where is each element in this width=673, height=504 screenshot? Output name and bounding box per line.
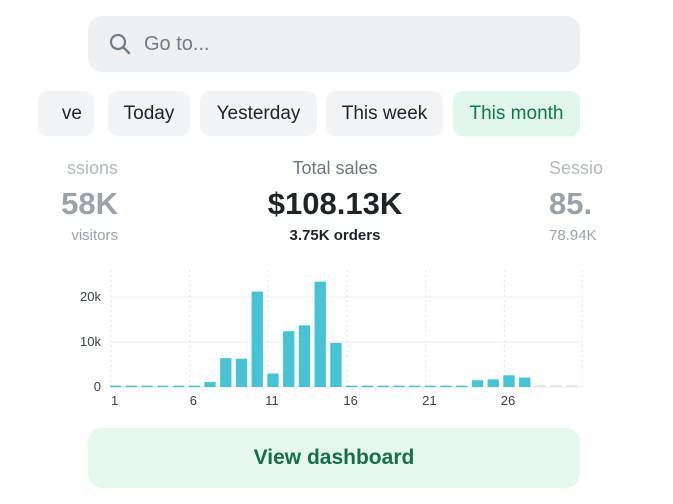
filter-chip-today-label: Today bbox=[123, 103, 175, 124]
chart-bar[interactable] bbox=[503, 375, 515, 387]
chart-bar[interactable] bbox=[424, 385, 436, 388]
chart-bar[interactable] bbox=[125, 385, 138, 388]
chart-bar[interactable] bbox=[298, 325, 311, 387]
chart-x-tick-label: 26 bbox=[501, 393, 515, 408]
metric-label: Total sales bbox=[292, 158, 378, 178]
filter-chip-this-month-label: This month bbox=[469, 103, 564, 124]
view-dashboard-button[interactable]: View dashboard bbox=[88, 428, 580, 488]
filter-chip-partial[interactable]: ve bbox=[38, 91, 94, 136]
search-placeholder: Go to... bbox=[144, 33, 210, 55]
filter-chip-partial-label: ve bbox=[61, 103, 82, 124]
metric-subvalue: visitors bbox=[71, 227, 118, 244]
chart-x-tick-label: 16 bbox=[343, 393, 357, 408]
metric-total-sales[interactable]: Total sales $108.13K 3.75K orders bbox=[230, 156, 440, 246]
chart-bar[interactable] bbox=[220, 358, 232, 387]
chart-bar[interactable] bbox=[283, 331, 295, 387]
search-bar[interactable]: Go to... bbox=[88, 16, 580, 72]
sales-bar-chart: 010k20k1 6 11 16 21 26 bbox=[80, 270, 583, 408]
metric-label: ssions bbox=[66, 158, 118, 178]
search-icon bbox=[109, 33, 131, 55]
filter-chip-this-week[interactable]: This week bbox=[326, 91, 443, 136]
chart-bar[interactable] bbox=[314, 281, 326, 387]
chart-bar[interactable] bbox=[157, 385, 169, 388]
chart-bar[interactable] bbox=[534, 385, 547, 387]
metric-subvalue: 3.75K orders bbox=[289, 227, 381, 244]
chart-bar[interactable] bbox=[235, 358, 248, 387]
metric-value: 85. bbox=[549, 186, 593, 221]
chart-bar[interactable] bbox=[110, 385, 122, 388]
chart-bar[interactable] bbox=[204, 382, 216, 387]
filter-chip-yesterday[interactable]: Yesterday bbox=[200, 91, 317, 136]
chart-bar[interactable] bbox=[456, 385, 468, 388]
chart-bar[interactable] bbox=[346, 385, 358, 388]
chart-bar[interactable] bbox=[440, 385, 452, 388]
chart-bar[interactable] bbox=[267, 373, 279, 388]
chart-bar[interactable] bbox=[330, 342, 342, 387]
chart-bar[interactable] bbox=[471, 380, 484, 387]
chart-y-tick-label: 0 bbox=[94, 379, 101, 394]
sales-overview-screen: Go to... ve Today Yesterday This week Th… bbox=[0, 0, 673, 504]
chart-y-tick-label: 20k bbox=[80, 289, 101, 304]
filter-chip-today[interactable]: Today bbox=[108, 91, 190, 136]
chart-bar[interactable] bbox=[377, 385, 389, 388]
filter-chip-yesterday-label: Yesterday bbox=[216, 103, 301, 124]
chart-bar[interactable] bbox=[188, 385, 200, 388]
metric-sessions-next[interactable]: Sessio 85. 78.94K bbox=[549, 156, 609, 246]
chart-x-tick-label: 11 bbox=[265, 393, 279, 408]
chart-x-tick-label: 21 bbox=[422, 393, 436, 408]
filter-chip-this-week-label: This week bbox=[341, 103, 428, 124]
chart-x-tick-label: 6 bbox=[190, 393, 197, 408]
metric-sessions-previous[interactable]: ssions 58K visitors bbox=[0, 156, 125, 246]
chart-y-tick-label: 10k bbox=[80, 334, 101, 349]
date-range-filters: ve Today Yesterday This week This month bbox=[0, 91, 673, 137]
chart-bar[interactable] bbox=[519, 377, 531, 387]
metric-subvalue: 78.94K bbox=[549, 227, 597, 244]
chart-bar[interactable] bbox=[408, 385, 421, 388]
chart-bar[interactable] bbox=[393, 385, 405, 388]
metric-value: $108.13K bbox=[267, 186, 403, 221]
chart-bar[interactable] bbox=[251, 291, 263, 387]
metric-label: Sessio bbox=[549, 158, 604, 178]
metric-value: 58K bbox=[61, 186, 118, 221]
chart-bar[interactable] bbox=[172, 385, 185, 388]
chart-bar[interactable] bbox=[566, 385, 578, 387]
chart-bar[interactable] bbox=[141, 385, 153, 388]
chart-x-tick-label: 1 bbox=[111, 393, 118, 408]
filter-chip-this-month[interactable]: This month bbox=[453, 91, 580, 136]
chart-bar[interactable] bbox=[487, 379, 499, 387]
chart-bar[interactable] bbox=[361, 385, 374, 388]
chart-bar[interactable] bbox=[550, 385, 562, 387]
